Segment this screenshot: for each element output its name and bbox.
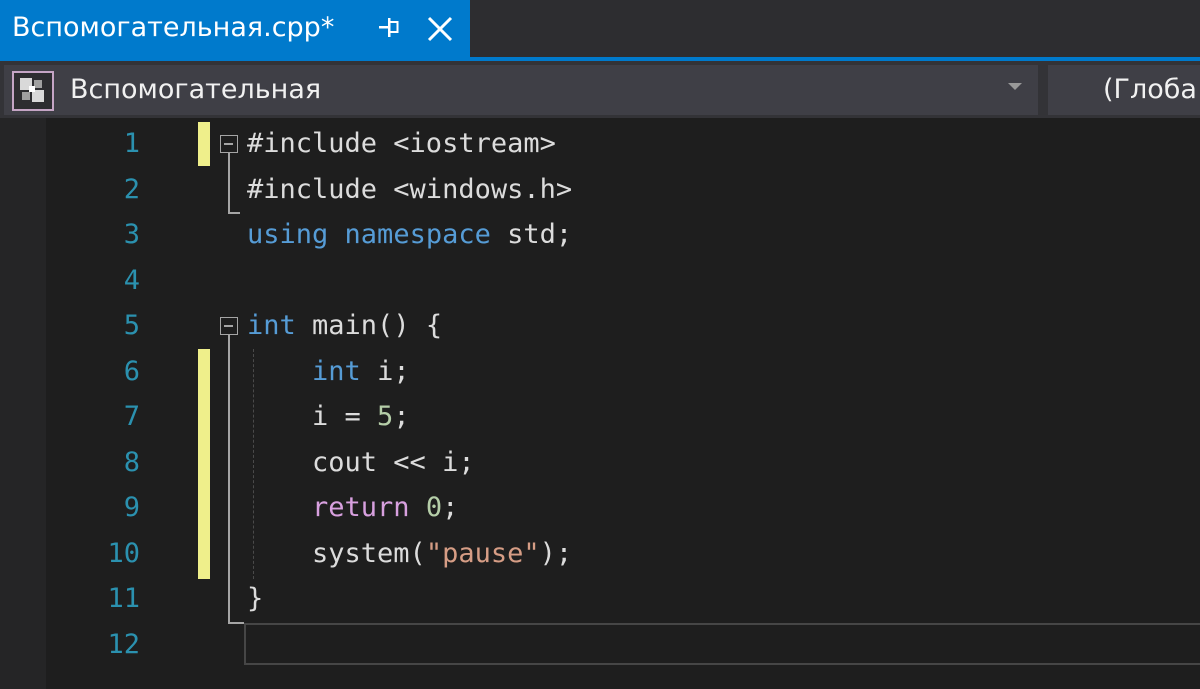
- outline-line: [228, 335, 230, 623]
- line-number: 9: [123, 492, 140, 523]
- code-token: int: [312, 355, 361, 387]
- outline-line: [228, 212, 240, 214]
- line-number: 6: [123, 355, 140, 387]
- code-line: i = 5;: [247, 394, 410, 439]
- document-tab-strip: Вспомогательная.cpp*: [0, 0, 1200, 57]
- code-token: }: [247, 583, 264, 614]
- code-token: #include <iostream>: [247, 128, 556, 159]
- project-label: Вспомогательная: [70, 74, 322, 105]
- navigation-bar: Вспомогательная (Глоба: [0, 61, 1200, 118]
- line-number: 4: [123, 264, 140, 296]
- code-token: using: [247, 219, 329, 250]
- code-line: int i;: [247, 349, 410, 394]
- document-tab-title: Вспомогательная.cpp*: [12, 12, 335, 43]
- code-token: namespace: [344, 219, 491, 250]
- code-line: return 0;: [247, 485, 458, 530]
- code-editor[interactable]: 1 2 3 4 5 6 7 8 9 10 11 12 #include <iostream> #incl…: [0, 118, 1200, 689]
- code-token: 0: [425, 492, 443, 523]
- line-number: 11: [107, 583, 140, 614]
- code-token: system(: [247, 537, 426, 569]
- line-number: 7: [123, 401, 140, 432]
- code-line: #include <windows.h>: [247, 167, 572, 212]
- code-line: cout << i;: [247, 440, 475, 485]
- line-number: 1: [123, 128, 140, 159]
- current-line-highlight: [244, 623, 1200, 665]
- code-token: #include <windows.h>: [247, 173, 573, 205]
- code-token: main() {: [295, 310, 443, 341]
- line-number: 8: [123, 446, 140, 478]
- close-icon[interactable]: [426, 15, 454, 43]
- indicator-margin: [0, 118, 46, 689]
- pin-icon[interactable]: [377, 15, 401, 41]
- code-token: return: [312, 492, 410, 523]
- code-line: system("pause");: [247, 531, 572, 576]
- line-number: 2: [123, 173, 140, 205]
- cpp-project-icon: [12, 71, 54, 111]
- collapse-icon[interactable]: [220, 135, 238, 153]
- chevron-down-icon[interactable]: [1008, 83, 1022, 90]
- line-number: 3: [123, 219, 140, 250]
- code-token: 5: [377, 401, 394, 432]
- line-number-gutter: 1 2 3 4 5 6 7 8 9 10 11 12: [46, 118, 146, 689]
- code-token: i =: [247, 401, 378, 432]
- code-line: int main() {: [247, 303, 442, 348]
- project-dropdown[interactable]: Вспомогательная: [4, 65, 1038, 115]
- code-token: int: [247, 310, 296, 341]
- line-number: 5: [123, 310, 140, 341]
- code-line: using namespace std;: [247, 212, 572, 257]
- line-number: 12: [107, 628, 140, 660]
- code-token: cout << i;: [247, 446, 475, 478]
- code-token: "pause": [425, 537, 540, 569]
- code-token: );: [539, 537, 573, 569]
- outline-line: [228, 153, 230, 213]
- scope-label: (Глоба: [1103, 74, 1197, 105]
- scope-dropdown[interactable]: (Глоба: [1048, 65, 1200, 115]
- change-marker: [198, 349, 210, 579]
- outline-line: [228, 622, 244, 624]
- line-number: 10: [107, 537, 140, 569]
- code-token: ;: [393, 401, 410, 432]
- code-line: }: [247, 576, 263, 621]
- collapse-icon[interactable]: [220, 317, 238, 335]
- code-token: i;: [360, 355, 410, 387]
- code-line: #include <iostream>: [247, 121, 556, 166]
- change-marker: [198, 122, 210, 166]
- code-token: ;: [442, 492, 459, 523]
- code-token: std;: [490, 219, 573, 250]
- document-tab[interactable]: Вспомогательная.cpp*: [0, 0, 470, 57]
